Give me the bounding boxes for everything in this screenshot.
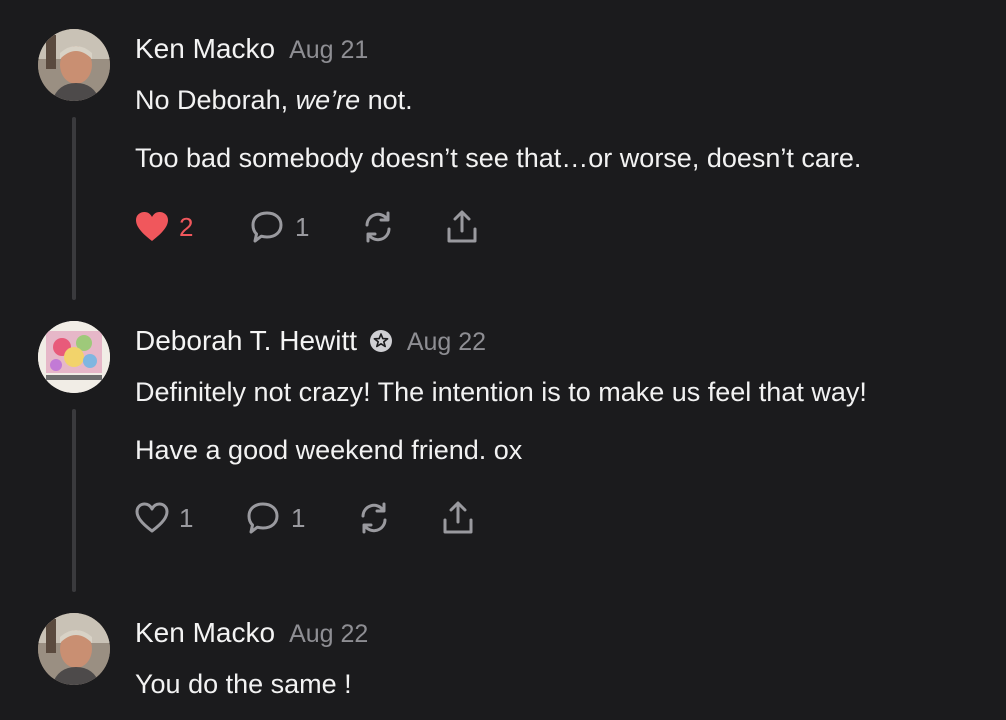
comment-date[interactable]: Aug 21 <box>289 36 368 65</box>
share-button[interactable] <box>441 498 475 538</box>
reply-count: 1 <box>291 502 306 533</box>
avatar[interactable] <box>38 321 110 393</box>
author-name[interactable]: Deborah T. Hewitt <box>135 325 393 357</box>
share-button[interactable] <box>445 207 479 247</box>
founding-member-badge-icon <box>369 329 393 353</box>
comment-bubble-icon <box>245 500 281 536</box>
like-count: 1 <box>179 502 194 533</box>
reply-button[interactable]: 1 <box>249 207 309 247</box>
share-icon <box>441 500 475 536</box>
like-button[interactable]: 2 <box>135 207 193 247</box>
comment-text-line-1: No Deborah, we’re not. <box>135 85 413 115</box>
comment-date[interactable]: Aug 22 <box>289 620 368 649</box>
author-name[interactable]: Ken Macko <box>135 617 275 649</box>
thread-line <box>72 409 76 592</box>
avatar[interactable] <box>38 29 110 101</box>
heart-icon <box>135 502 169 534</box>
comment-text-line-1: You do the same ! <box>135 669 352 699</box>
comment-text-line-2: Have a good weekend friend. ox <box>135 435 523 465</box>
restack-button[interactable] <box>357 498 391 538</box>
reply-count: 1 <box>295 211 310 242</box>
avatar[interactable] <box>38 613 110 685</box>
share-icon <box>445 209 479 245</box>
restack-icon <box>361 210 395 244</box>
thread-line <box>72 117 76 300</box>
comment-text-line-2: Too bad somebody doesn’t see that…or wor… <box>135 143 862 173</box>
heart-icon <box>135 211 169 243</box>
restack-icon <box>357 501 391 535</box>
comment-bubble-icon <box>249 209 285 245</box>
comment-date[interactable]: Aug 22 <box>407 328 486 357</box>
comment-text-line-1: Definitely not crazy! The intention is t… <box>135 377 867 407</box>
reply-button[interactable]: 1 <box>245 498 305 538</box>
like-button[interactable]: 1 <box>135 498 193 538</box>
like-count: 2 <box>179 211 194 242</box>
author-name[interactable]: Ken Macko <box>135 33 275 65</box>
restack-button[interactable] <box>361 207 395 247</box>
